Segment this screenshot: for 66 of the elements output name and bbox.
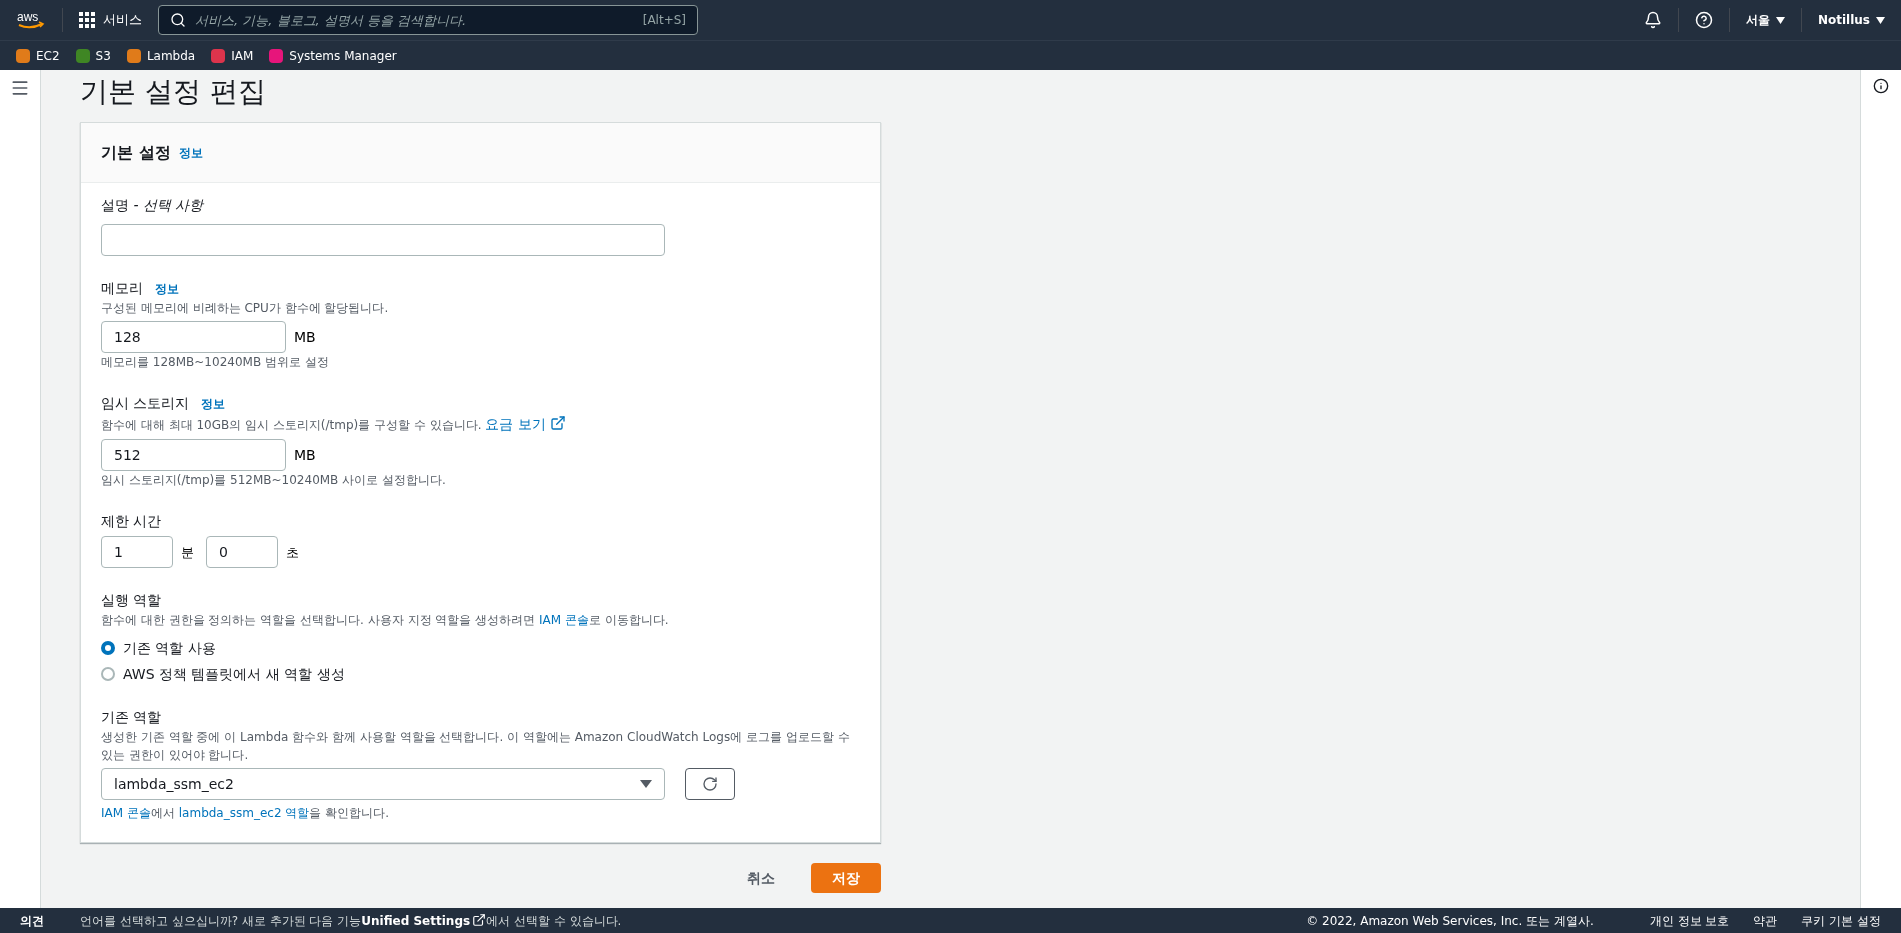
unit-label: MB bbox=[294, 327, 316, 347]
favorite-service-link[interactable]: IAM bbox=[211, 46, 254, 65]
services-button[interactable]: 서비스 bbox=[79, 10, 142, 30]
field-label: 제한 시간 bbox=[101, 512, 162, 532]
page-title: 기본 설정 편집 bbox=[80, 74, 267, 110]
refresh-icon bbox=[702, 776, 718, 793]
copyright-text: © 2022, Amazon Web Services, Inc. 또는 계열사. bbox=[1306, 912, 1594, 930]
search-icon bbox=[170, 12, 186, 28]
caret-icon bbox=[1775, 16, 1785, 24]
favorite-service-link[interactable]: Lambda bbox=[126, 46, 196, 65]
info-link[interactable]: 정보 bbox=[201, 395, 226, 414]
caret-icon bbox=[640, 780, 652, 789]
field-label: 메모리 bbox=[101, 279, 143, 299]
info-link[interactable]: 정보 bbox=[155, 280, 179, 299]
radio-button[interactable] bbox=[101, 667, 115, 682]
field-hint: 임시 스토리지(/tmp)를 512MB~10240MB 사이로 설정합니다. bbox=[101, 472, 447, 490]
field-hint: 메모리를 128MB~10240MB 범위로 설정 bbox=[101, 354, 330, 372]
favorite-service-link[interactable]: Systems Manager bbox=[269, 46, 397, 65]
caret-icon bbox=[1876, 16, 1885, 24]
link[interactable]: IAM 콘솔 bbox=[538, 613, 589, 628]
radio-button[interactable] bbox=[101, 641, 115, 656]
refresh-button[interactable] bbox=[685, 768, 735, 801]
cancel-button[interactable]: 취소 bbox=[727, 863, 795, 894]
field-hint: 구성된 메모리에 비례하는 CPU가 함수에 할당됩니다. bbox=[101, 300, 390, 318]
field-hint: 함수에 대해 최대 10GB의 임시 스토리지(/tmp)를 구성할 수 있습니다. 요금 보기 bbox=[101, 414, 860, 436]
account-menu[interactable]: Notillus bbox=[1801, 11, 1885, 29]
field-label: 실행 역할 bbox=[101, 591, 162, 611]
field-label: 기존 역할 bbox=[101, 708, 162, 728]
feedback-link[interactable]: 의견 bbox=[20, 911, 44, 930]
favorite-service-link[interactable]: S3 bbox=[75, 46, 111, 65]
unit-label: MB bbox=[294, 445, 316, 465]
unit-label: 분 bbox=[181, 543, 194, 562]
grid-icon bbox=[79, 12, 95, 28]
language-notice: 언어를 선택하고 싶으십니까? 새로 추가된 다음 기능Unified Settings 에서 선택할 수 있습니다. bbox=[80, 912, 622, 930]
storage-input[interactable]: 512 bbox=[101, 439, 286, 472]
info-icon[interactable] bbox=[1873, 78, 1889, 94]
pricing-link[interactable]: 요금 보기 bbox=[485, 416, 566, 433]
region-menu[interactable]: 서울 bbox=[1729, 11, 1801, 29]
help-icon[interactable] bbox=[1694, 11, 1713, 29]
shortcut-hint: [Alt+S] bbox=[642, 12, 686, 29]
description-input[interactable] bbox=[101, 224, 665, 257]
notifications-icon[interactable] bbox=[1643, 11, 1662, 29]
seconds-input[interactable]: 0 bbox=[206, 536, 278, 569]
info-link[interactable]: 정보 bbox=[178, 143, 203, 162]
field-hint: IAM 콘솔에서 lambda_ssm_ec2 역할을 확인합니다. bbox=[101, 805, 390, 823]
field-label: 설명 - 선택 사항 bbox=[101, 196, 205, 216]
footer-link[interactable]: 약관 bbox=[1753, 911, 1778, 930]
footer-link[interactable]: 쿠키 기본 설정 bbox=[1801, 911, 1881, 930]
role-radio-option[interactable]: 기존 역할 사용 bbox=[101, 637, 860, 660]
favorite-service-link[interactable]: EC2 bbox=[16, 46, 60, 65]
link[interactable]: lambda_ssm_ec2 역할 bbox=[178, 806, 310, 821]
field-label: 임시 스토리지 bbox=[101, 394, 190, 414]
card-title: 기본 설정 bbox=[101, 141, 171, 164]
memory-input[interactable]: 128 bbox=[101, 321, 286, 354]
unit-label: 초 bbox=[286, 543, 299, 562]
footer-link[interactable]: 개인 정보 보호 bbox=[1649, 911, 1730, 930]
field-hint: 함수에 대한 권한을 정의하는 역할을 선택합니다. 사용자 지정 역할을 생성하려면 IAM 콘솔로 이동합니다. bbox=[101, 612, 670, 630]
menu-icon[interactable] bbox=[10, 78, 30, 98]
role-radio-option[interactable]: AWS 정책 템플릿에서 새 역할 생성 bbox=[101, 663, 860, 686]
field-hint: 생성한 기존 역할 중에 이 Lambda 함수와 함께 사용할 역할을 선택합니다. 이 역할에는 Amazon CloudWatch Logs에 로그를 업로드할 수 있는 권한이 있어야 합니다. bbox=[101, 729, 851, 765]
role-select[interactable]: lambda_ssm_ec2 bbox=[101, 768, 665, 801]
external-link-icon bbox=[472, 913, 487, 927]
link[interactable]: IAM 콘솔 bbox=[101, 806, 151, 821]
minutes-input[interactable]: 1 bbox=[101, 536, 173, 569]
link[interactable]: Unified Settings bbox=[361, 913, 487, 928]
external-link-icon bbox=[549, 415, 566, 432]
